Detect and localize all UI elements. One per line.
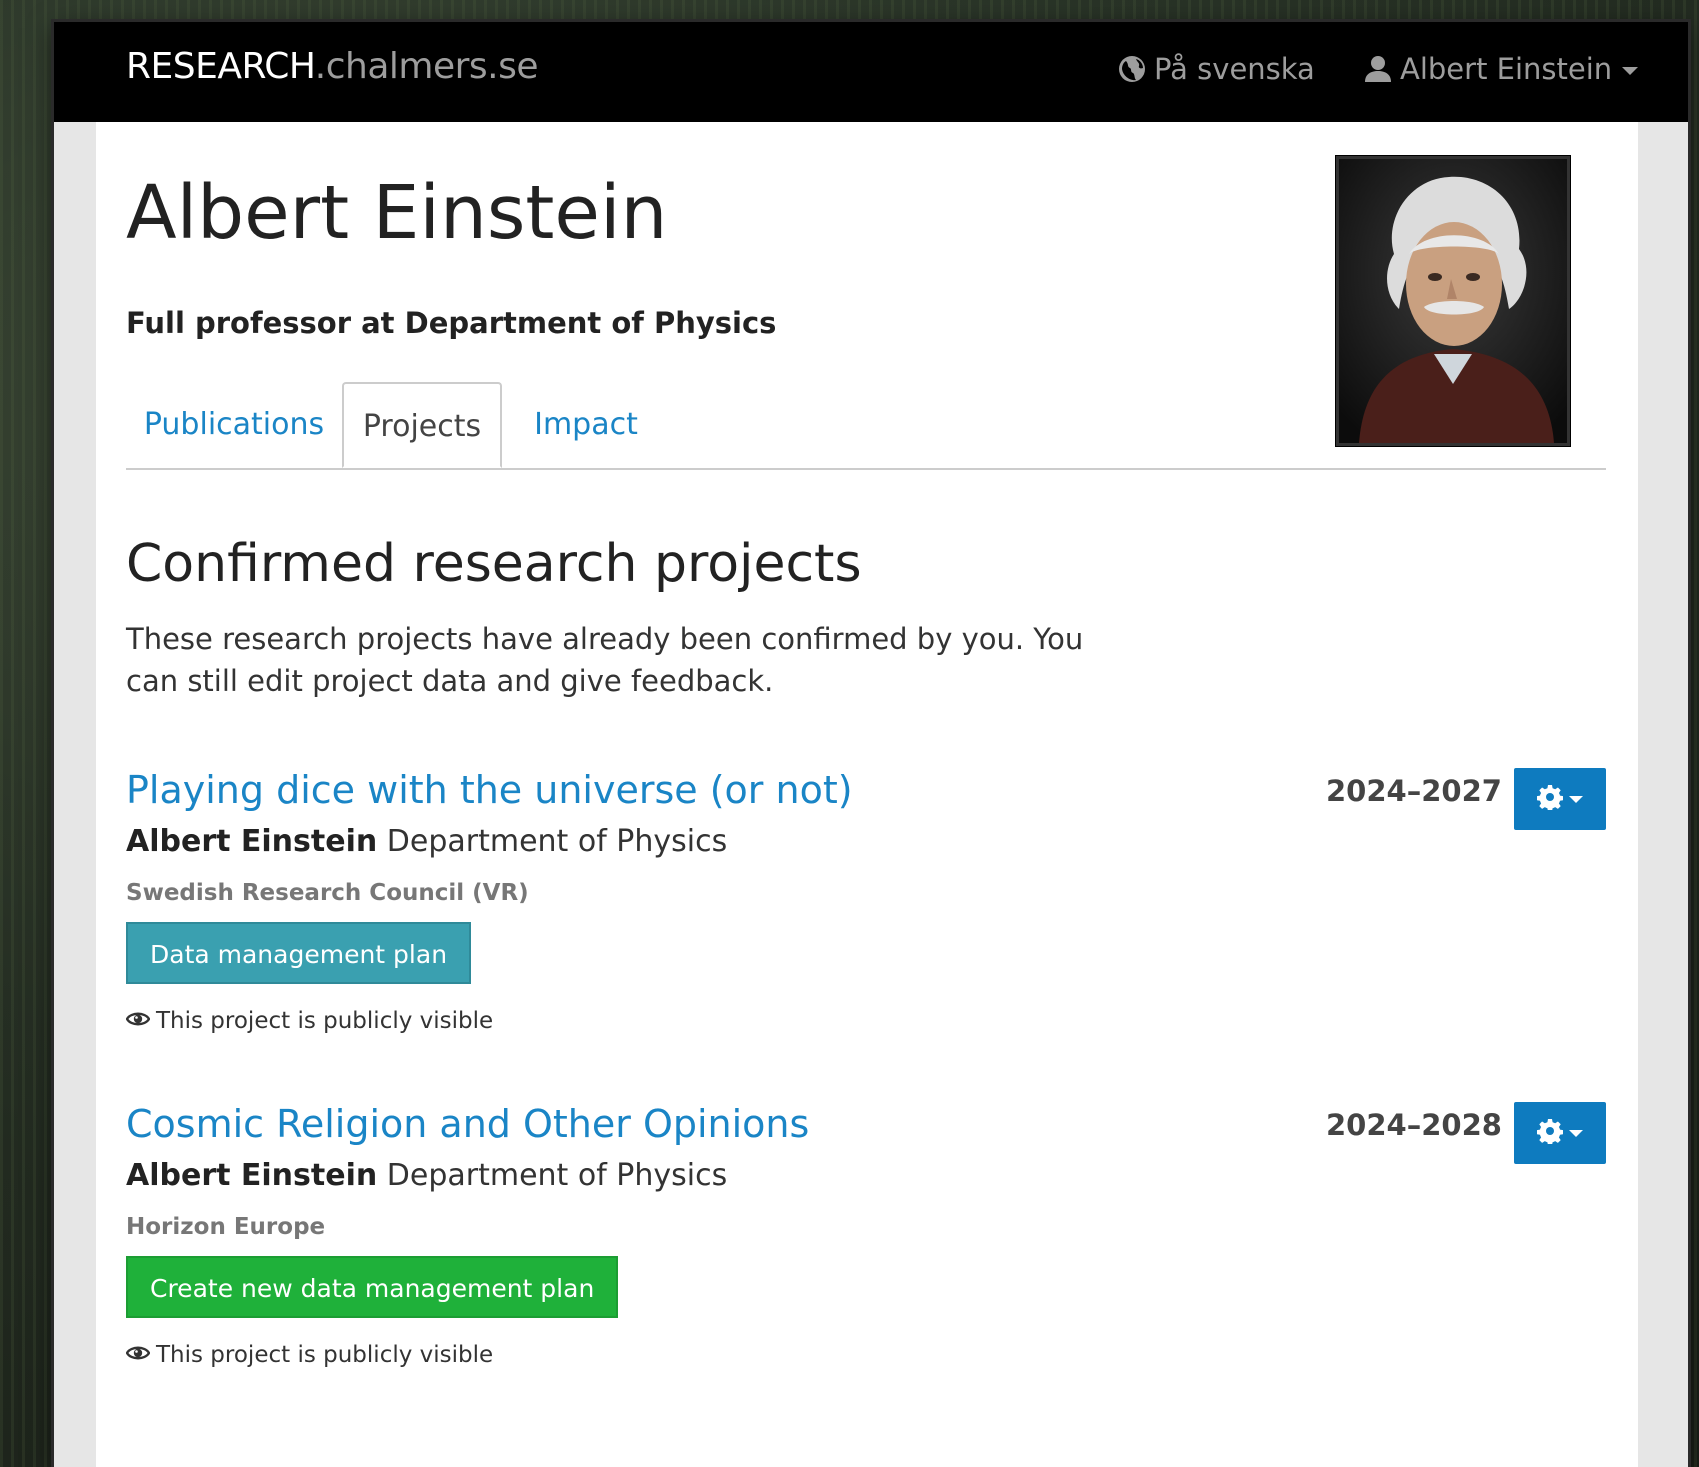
create-data-management-plan-button[interactable]: Create new data management plan — [126, 1256, 619, 1318]
globe-icon — [1118, 55, 1146, 83]
project-funder: Swedish Research Council (VR) — [126, 880, 529, 906]
participant-name: Albert Einstein — [126, 824, 378, 859]
browser-page: RESEARCH.chalmers.se På svenska Albert E… — [54, 22, 1688, 1467]
language-label: På svenska — [1154, 52, 1315, 86]
language-switch-link[interactable]: På svenska — [1118, 52, 1315, 86]
project-years: 2024–2028 — [1326, 1108, 1502, 1142]
visibility-label: This project is publicly visible — [156, 1342, 494, 1368]
project-settings-button[interactable] — [1514, 1102, 1606, 1164]
data-management-plan-button[interactable]: Data management plan — [126, 922, 472, 984]
user-menu-dropdown[interactable]: Albert Einstein — [1364, 52, 1639, 86]
participant-department: Department of Physics — [386, 824, 728, 859]
gear-icon — [1536, 1118, 1564, 1148]
tab-projects[interactable]: Projects — [342, 382, 502, 468]
visibility-note: This project is publicly visible — [125, 1342, 494, 1368]
visibility-label: This project is publicly visible — [156, 1008, 494, 1034]
visibility-note: This project is publicly visible — [125, 1008, 494, 1034]
main-content: Albert Einstein Full professor at Depart… — [96, 122, 1638, 1467]
brand-main: RESEARCH — [126, 46, 315, 87]
eye-icon — [125, 1342, 151, 1368]
user-name-label: Albert Einstein — [1400, 52, 1613, 86]
chevron-down-icon — [1569, 1129, 1583, 1137]
page-title: Albert Einstein — [126, 170, 668, 256]
profile-tabs: Publications Projects Impact — [126, 382, 1606, 470]
site-brand-link[interactable]: RESEARCH.chalmers.se — [126, 46, 539, 87]
project-years: 2024–2027 — [1326, 774, 1502, 808]
gear-icon — [1536, 784, 1564, 814]
project-participant: Albert Einstein Department of Physics — [126, 824, 727, 859]
section-description: These research projects have already bee… — [126, 622, 1084, 698]
tab-impact[interactable]: Impact — [502, 382, 670, 466]
tab-publications[interactable]: Publications — [126, 382, 342, 466]
project-title-link[interactable]: Cosmic Religion and Other Opinions — [126, 1102, 809, 1146]
project-participant: Albert Einstein Department of Physics — [126, 1158, 727, 1193]
brand-domain: .chalmers.se — [314, 46, 539, 87]
user-icon — [1364, 55, 1392, 83]
eye-icon — [125, 1008, 151, 1034]
top-navbar: RESEARCH.chalmers.se På svenska Albert E… — [54, 22, 1688, 122]
project-settings-button[interactable] — [1514, 768, 1606, 830]
project-title-link[interactable]: Playing dice with the universe (or not) — [126, 768, 853, 812]
participant-department: Department of Physics — [386, 1158, 728, 1193]
participant-name: Albert Einstein — [126, 1158, 378, 1193]
chevron-down-icon — [1569, 795, 1583, 803]
project-funder: Horizon Europe — [126, 1214, 326, 1240]
chevron-down-icon — [1622, 67, 1639, 75]
profile-position: Full professor at Department of Physics — [126, 306, 777, 340]
section-title: Confirmed research projects — [126, 534, 862, 594]
